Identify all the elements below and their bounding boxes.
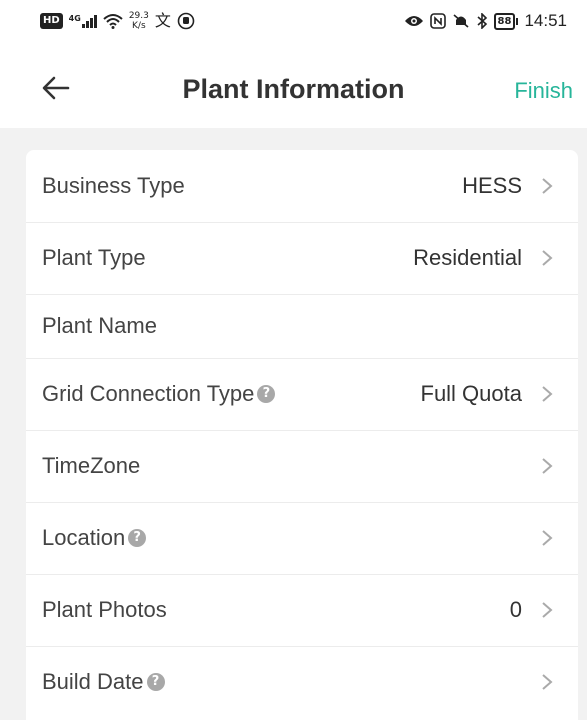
row-label: Grid Connection Type ? <box>42 381 276 407</box>
chevron-right-icon <box>542 674 553 690</box>
row-value: Full Quota <box>420 381 523 406</box>
status-right: 88 14:51 <box>404 10 567 32</box>
row-plant-photos[interactable]: Plant Photos 0 <box>26 574 578 647</box>
status-bar: HD 4G 29.3 K/s 文 88 14:51 <box>0 0 587 44</box>
row-plant-type[interactable]: Plant Type Residential <box>26 222 578 295</box>
plant-info-list: Business Type HESS Plant Type Residentia… <box>26 150 578 720</box>
chevron-right-icon <box>542 602 553 618</box>
row-business-type[interactable]: Business Type HESS <box>26 150 578 223</box>
help-icon[interactable]: ? <box>257 385 276 403</box>
eye-icon <box>404 16 423 26</box>
battery-level: 88 <box>493 12 516 30</box>
row-label: Plant Photos <box>42 597 167 622</box>
row-label-text: Build Date <box>42 669 144 694</box>
chevron-right-icon <box>542 178 553 194</box>
translate-icon: 文 <box>154 11 171 30</box>
mute-icon <box>453 14 469 28</box>
hd-badge: HD <box>40 13 63 29</box>
row-label: Location ? <box>42 525 147 551</box>
battery-icon: 88 <box>493 12 519 30</box>
row-value: HESS <box>462 173 522 198</box>
status-left: HD 4G 29.3 K/s 文 <box>40 10 195 32</box>
page-title: Plant Information <box>182 74 405 104</box>
row-value: Residential <box>413 245 522 270</box>
network-speed-value: 29.3 <box>128 11 149 21</box>
wifi-icon <box>103 14 123 29</box>
cellular-signal-icon: 4G <box>69 14 97 28</box>
chevron-right-icon <box>542 386 553 402</box>
help-icon[interactable]: ? <box>146 673 165 691</box>
shield-hand-icon <box>177 12 195 30</box>
row-location[interactable]: Location ? <box>26 502 578 575</box>
header: Plant Information Finish <box>0 44 587 128</box>
clock: 14:51 <box>524 11 567 30</box>
row-plant-name[interactable]: Plant Name <box>26 294 578 359</box>
row-label: Plant Name <box>42 313 157 338</box>
network-speed: 29.3 K/s <box>129 11 149 31</box>
network-speed-unit: K/s <box>132 21 146 31</box>
row-label: TimeZone <box>42 453 141 478</box>
row-label-text: Location <box>42 525 126 550</box>
row-build-date[interactable]: Build Date ? <box>26 646 578 718</box>
finish-button[interactable]: Finish <box>514 78 573 104</box>
bluetooth-icon <box>477 13 487 29</box>
row-label: Build Date ? <box>42 669 165 695</box>
row-grid-connection-type[interactable]: Grid Connection Type ? Full Quota <box>26 358 578 431</box>
row-label: Plant Type <box>42 245 146 270</box>
chevron-right-icon <box>542 250 553 266</box>
chevron-right-icon <box>542 530 553 546</box>
network-type: 4G <box>68 14 81 23</box>
nfc-icon <box>429 13 446 29</box>
row-label-text: Grid Connection Type <box>42 381 255 406</box>
help-icon[interactable]: ? <box>128 529 147 547</box>
chevron-right-icon <box>542 458 553 474</box>
row-timezone[interactable]: TimeZone <box>26 430 578 503</box>
row-label: Business Type <box>42 173 185 198</box>
row-value: 0 <box>509 597 522 622</box>
